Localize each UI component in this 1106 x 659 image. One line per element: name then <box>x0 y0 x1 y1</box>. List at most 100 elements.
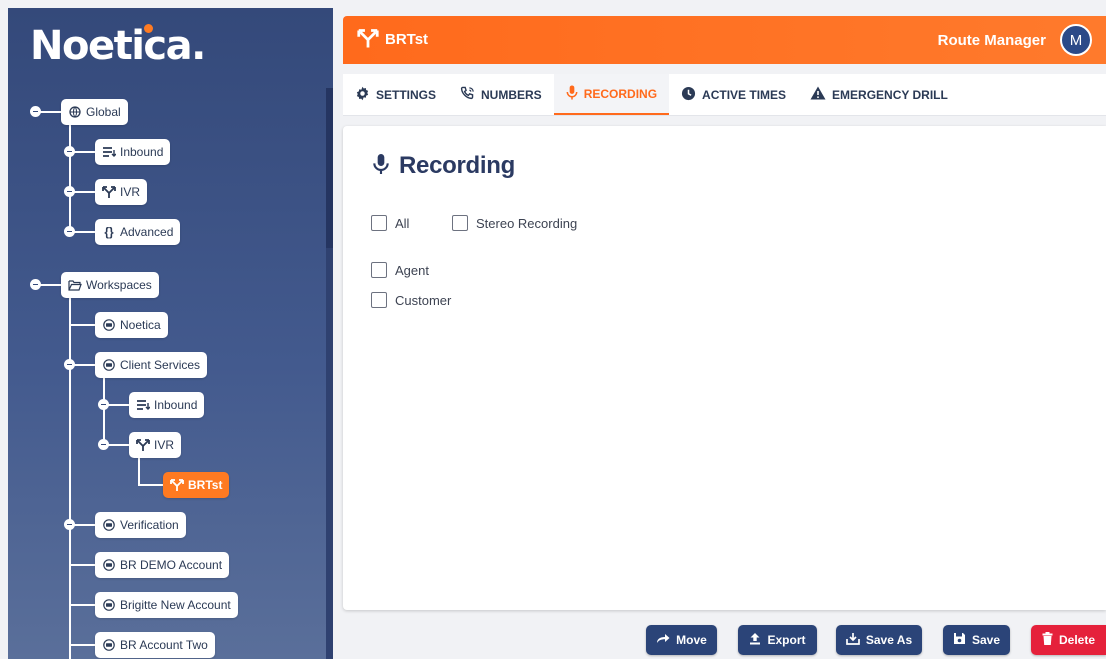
tab-active-times[interactable]: ACTIVE TIMES <box>669 74 798 115</box>
save-button[interactable]: Save <box>943 625 1010 655</box>
record-all-checkbox[interactable]: All <box>371 215 409 231</box>
collapse-workspaces-toggle[interactable] <box>30 279 41 290</box>
record-agent-checkbox[interactable]: Agent <box>371 262 429 278</box>
move-button[interactable]: Move <box>646 625 717 655</box>
tree-node-br-demo-account[interactable]: BR DEMO Account <box>95 552 230 578</box>
download-tray-icon <box>846 632 860 648</box>
workspace-icon <box>102 358 116 372</box>
tree-node-verification[interactable]: Verification <box>95 512 186 538</box>
button-label: Save <box>971 633 1001 647</box>
workspace-icon <box>102 558 116 572</box>
tree-node-label: Advanced <box>120 225 174 239</box>
tab-label: RECORDING <box>583 86 658 101</box>
folder-open-icon <box>68 278 82 292</box>
checkbox-box[interactable] <box>452 215 468 231</box>
workspace-icon <box>102 518 116 532</box>
tree-node-label: BR DEMO Account <box>120 558 223 572</box>
tab-numbers[interactable]: NUMBERS <box>448 74 554 115</box>
tab-settings[interactable]: SETTINGS <box>343 74 448 115</box>
collapse-advanced-toggle[interactable] <box>64 226 75 237</box>
checkbox-label: Stereo Recording <box>476 215 578 231</box>
phone-icon <box>460 86 475 104</box>
collapse-global-toggle[interactable] <box>30 106 41 117</box>
tab-label: SETTINGS <box>376 87 437 102</box>
tree-node-global-advanced[interactable]: {} Advanced <box>95 219 181 245</box>
collapse-client-services-toggle[interactable] <box>64 359 75 370</box>
tree-node-noetica[interactable]: Noetica <box>95 312 168 338</box>
checkbox-label: Agent <box>395 262 429 278</box>
tree-node-label: Inbound <box>120 145 164 159</box>
noetica-logo: Noetica. <box>30 23 206 69</box>
logo-dot <box>144 24 153 33</box>
delete-button[interactable]: Delete <box>1031 625 1106 655</box>
tree-node-label: Noetica <box>120 318 161 332</box>
tree-node-workspaces[interactable]: Workspaces <box>61 272 159 298</box>
share-arrow-icon <box>656 633 670 647</box>
checkbox-label: All <box>395 215 410 231</box>
tree-node-brigitte-new-account[interactable]: Brigitte New Account <box>95 592 238 618</box>
code-braces-icon: {} <box>104 225 114 239</box>
ivr-split-icon <box>357 29 379 54</box>
tree-node-client-services[interactable]: Client Services <box>95 352 208 378</box>
export-button[interactable]: Export <box>738 625 817 655</box>
tree-node-cs-ivr[interactable]: IVR <box>129 432 182 458</box>
tree-node-label: BR Account Two <box>120 638 208 652</box>
tree-node-label: IVR <box>154 438 175 452</box>
trash-icon <box>1042 632 1053 648</box>
record-customer-checkbox[interactable]: Customer <box>371 292 451 308</box>
user-avatar[interactable]: M <box>1060 24 1092 56</box>
tree-node-br-account-two[interactable]: BR Account Two <box>95 632 215 658</box>
tree-line <box>69 124 71 232</box>
workspace-icon <box>102 318 116 332</box>
recording-panel: Recording All Stereo Recording Agent Cus… <box>343 126 1106 610</box>
upload-icon <box>749 632 761 648</box>
sidebar: Noetica. Global Inbound IVR {} Advanced <box>8 8 333 659</box>
tree-line <box>69 324 95 326</box>
inbound-queue-icon <box>102 145 116 159</box>
stereo-recording-checkbox[interactable]: Stereo Recording <box>452 215 577 231</box>
tree-line <box>138 457 140 484</box>
tree-node-label: Inbound <box>154 398 198 412</box>
tree-line <box>69 644 95 646</box>
workspace-icon <box>102 638 116 652</box>
tree-line <box>103 377 105 445</box>
tab-label: EMERGENCY DRILL <box>832 87 948 102</box>
tab-emergency-drill[interactable]: EMERGENCY DRILL <box>798 74 960 115</box>
collapse-cs-ivr-toggle[interactable] <box>98 439 109 450</box>
button-label: Delete <box>1058 633 1096 647</box>
globe-icon <box>68 105 82 119</box>
tab-recording[interactable]: RECORDING <box>553 74 670 115</box>
tree-node-global-inbound[interactable]: Inbound <box>95 139 171 165</box>
collapse-verification-toggle[interactable] <box>64 519 75 530</box>
collapse-cs-inbound-toggle[interactable] <box>98 399 109 410</box>
tree-node-label: Workspaces <box>86 278 152 292</box>
ivr-split-icon <box>136 438 150 452</box>
tree-node-label: Brigitte New Account <box>120 598 231 612</box>
route-header: BRTst Route Manager M <box>343 16 1106 64</box>
tree-node-global[interactable]: Global <box>61 99 128 125</box>
ivr-split-icon <box>170 478 184 492</box>
inbound-queue-icon <box>136 398 150 412</box>
collapse-ivr-toggle[interactable] <box>64 186 75 197</box>
checkbox-label: Customer <box>395 292 452 308</box>
page-title: Recording <box>373 152 515 180</box>
checkbox-box[interactable] <box>371 262 387 278</box>
tree-line <box>69 604 95 606</box>
tree-node-brtst[interactable]: BRTst <box>163 472 230 498</box>
floppy-disk-icon <box>953 632 966 648</box>
tree-node-global-ivr[interactable]: IVR <box>95 179 148 205</box>
checkbox-box[interactable] <box>371 292 387 308</box>
tab-label: NUMBERS <box>481 87 542 102</box>
tree-node-label: BRTst <box>188 478 223 492</box>
tree-line <box>138 484 163 486</box>
button-label: Export <box>767 633 806 647</box>
checkbox-box[interactable] <box>371 215 387 231</box>
save-as-button[interactable]: Save As <box>836 625 922 655</box>
collapse-inbound-toggle[interactable] <box>64 146 75 157</box>
tree-node-cs-inbound[interactable]: Inbound <box>129 392 205 418</box>
sidebar-scrollbar-thumb[interactable] <box>326 88 333 248</box>
button-label: Save As <box>865 633 913 647</box>
gear-icon <box>355 86 370 104</box>
tree-node-label: Client Services <box>120 358 201 372</box>
tab-label: ACTIVE TIMES <box>702 87 787 102</box>
